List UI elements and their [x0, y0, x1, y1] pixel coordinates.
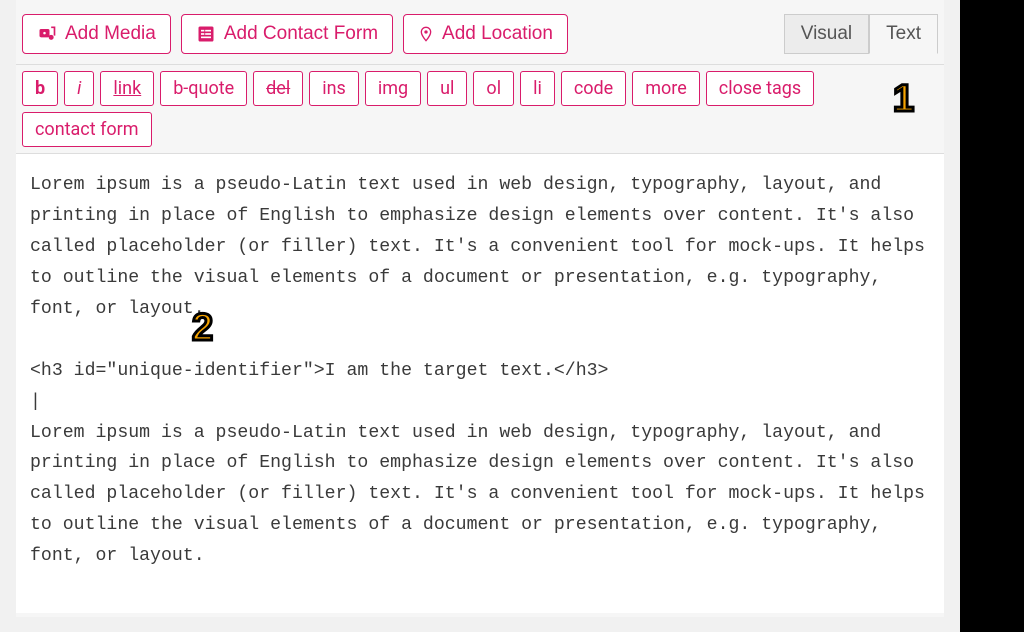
add-contact-form-label: Add Contact Form	[224, 23, 378, 45]
qt-italic-button[interactable]: i	[64, 71, 94, 106]
location-pin-icon	[418, 24, 434, 44]
qt-link-button[interactable]: link	[100, 71, 154, 106]
add-media-label: Add Media	[65, 23, 156, 45]
qt-ins-button[interactable]: ins	[309, 71, 359, 106]
editor-mode-tabs: Visual Text	[784, 14, 938, 54]
add-media-button[interactable]: Add Media	[22, 14, 171, 54]
tab-text[interactable]: Text	[869, 14, 938, 54]
form-icon	[196, 24, 216, 44]
tab-visual[interactable]: Visual	[784, 14, 869, 54]
qt-bold-button[interactable]: b	[22, 71, 58, 106]
qt-li-button[interactable]: li	[520, 71, 555, 106]
media-bar: Add Media Add Contact Form	[16, 0, 944, 64]
qt-contact-form-button[interactable]: contact form	[22, 112, 152, 147]
add-contact-form-button[interactable]: Add Contact Form	[181, 14, 393, 54]
qt-close-tags-button[interactable]: close tags	[706, 71, 814, 106]
qt-img-button[interactable]: img	[365, 71, 421, 106]
qt-ul-button[interactable]: ul	[427, 71, 467, 106]
qt-bquote-button[interactable]: b-quote	[160, 71, 247, 106]
qt-more-button[interactable]: more	[632, 71, 700, 106]
content-textarea[interactable]	[16, 153, 944, 613]
add-location-button[interactable]: Add Location	[403, 14, 568, 54]
qt-del-button[interactable]: del	[253, 71, 303, 106]
right-black-bar	[960, 0, 1024, 632]
add-location-label: Add Location	[442, 23, 553, 45]
qt-ol-button[interactable]: ol	[473, 71, 514, 106]
camera-music-icon	[37, 24, 57, 44]
qt-code-button[interactable]: code	[561, 71, 626, 106]
quicktags-toolbar: b i link b-quote del ins img ul ol li co…	[16, 64, 944, 153]
